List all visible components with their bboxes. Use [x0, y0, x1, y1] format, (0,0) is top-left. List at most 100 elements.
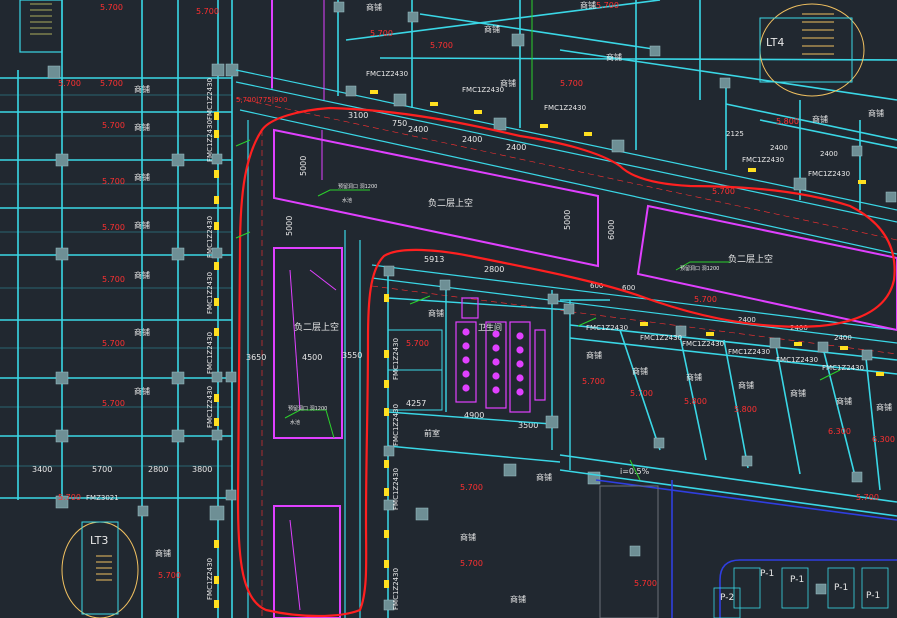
door-label: FMC1Z2430 [640, 334, 682, 342]
elev-label: 5.700 [102, 177, 125, 186]
door-label: FMC1Z2430 [392, 404, 400, 446]
dim: 5700 [92, 465, 112, 474]
dim: 2125 [726, 130, 744, 138]
dim: 2400 [770, 144, 788, 152]
room-label: 商铺 [868, 108, 884, 118]
door-label: FMC1Z2430 [682, 340, 724, 348]
room-label: 商铺 [606, 52, 622, 62]
elev-label: 5.700 [460, 559, 483, 568]
opening-note: 预留洞口 洞1200 [338, 183, 377, 190]
dim: 3800 [192, 465, 212, 474]
door-label: FMC1Z2430 [206, 558, 214, 600]
elev-label: 5.700 [560, 79, 583, 88]
dim: 3100 [348, 111, 368, 120]
elev-label: 5.800 [776, 117, 799, 126]
room-label: 商铺 [134, 84, 150, 94]
toilet-fixtures [455, 297, 546, 413]
room-label: 商铺 [536, 472, 552, 482]
restroom-columns [383, 265, 641, 611]
void-label: 负二层上空 [294, 321, 339, 333]
elev-label: 5.700 [100, 3, 123, 12]
room-label: 商铺 [134, 270, 150, 280]
right-room-labels: 商铺 商铺 商铺 商铺 商铺 商铺 [632, 366, 892, 412]
elev-label: 5.700 [596, 1, 619, 10]
room-label: 商铺 [366, 2, 382, 12]
elev-label: 5.700 [406, 339, 429, 348]
room-label: 商铺 [428, 308, 444, 318]
dim: 5,700|775|900 [236, 96, 287, 104]
dim: 2400 [462, 135, 482, 144]
elev-label: 5.700 [694, 295, 717, 304]
dim: 2800 [484, 265, 504, 274]
center-dims: 3650 4500 3550 3100 2400 2400 2400 750 5… [236, 96, 616, 430]
elev-label: 5.700 [158, 571, 181, 580]
door-label: FMC1Z2430 [728, 348, 770, 356]
lt4-label: LT4 [766, 36, 784, 49]
water-note: 水池 [290, 419, 300, 426]
elev-label: 5.800 [734, 405, 757, 414]
door-label: FMC1Z2430 [392, 568, 400, 610]
room-label: 商铺 [586, 350, 602, 360]
door-label: FMC1Z2430 [392, 338, 400, 380]
parking-label: P-1 [834, 583, 848, 593]
dim: 2400 [834, 334, 852, 342]
door-label: FMC1Z2430 [776, 356, 818, 364]
lt3-label: LT3 [90, 534, 108, 547]
elev-label: 5.700 [102, 275, 125, 284]
elev-label: 5.700 [102, 223, 125, 232]
room-label: 商铺 [580, 0, 596, 10]
top-grid [337, 0, 897, 210]
dim: 2400 [790, 324, 808, 332]
elev-label: 5.700 [58, 493, 81, 502]
stair-top-left [19, 0, 63, 79]
door-label: FMC1Z2430 [206, 216, 214, 258]
door-label: FMC1Z2430 [206, 272, 214, 314]
elev-label: 5.700 [370, 29, 393, 38]
left-room-labels: 商铺 商铺 商铺 商铺 商铺 商铺 商铺 商铺 [134, 84, 171, 558]
room-label: 前室 [424, 428, 440, 438]
room-label: 商铺 [134, 172, 150, 182]
dim: 6000 [607, 220, 616, 240]
parking-label: P-1 [866, 591, 880, 601]
elev-label: 5.700 [582, 377, 605, 386]
door-label: FMC1Z2430 [808, 170, 850, 178]
center-fmc-labels: FMC1Z2430 FMC1Z2430 FMC1Z2430 FMC1Z2430 [392, 338, 400, 610]
left-fmc-labels: FMC1Z2430 FMC1Z2430 FMC1Z2430 FMC1Z2430 … [206, 78, 214, 600]
elev-label: 5.800 [684, 397, 707, 406]
elev-label: 5.700 [100, 79, 123, 88]
dim: 4500 [302, 353, 322, 362]
elev-label: 5.700 [102, 121, 125, 130]
parking-label: P-1 [760, 569, 774, 579]
dim: 5000 [285, 216, 294, 236]
parking-area: P-1 P-1 P-1 P-1 P-2 i=0.5% [595, 467, 897, 618]
parking-label: P-2 [720, 593, 734, 603]
lt3-elevator: LT3 [61, 521, 139, 618]
top-doors [370, 90, 866, 184]
room-label: 商铺 [134, 327, 150, 337]
dim: 5000 [299, 156, 308, 176]
lt4-elevator: LT4 [759, 3, 865, 97]
void-label: 负二层上空 [728, 253, 773, 265]
door-label: FMC1Z2430 [586, 324, 628, 332]
door-label: FMC1Z2430 [544, 104, 586, 112]
door-label: FMC1Z2430 [366, 70, 408, 78]
elev-label: 6.300 [872, 435, 895, 444]
elev-label: 5.700 [102, 399, 125, 408]
room-label: 商铺 [686, 372, 702, 382]
top-room-labels: 商铺 商铺 商铺 商铺 商铺 商铺 商铺 [366, 0, 884, 124]
dim: 2400 [408, 125, 428, 134]
dim: 4257 [406, 399, 426, 408]
room-label: 商铺 [510, 594, 526, 604]
door-label: FMC1Z2430 [206, 78, 214, 120]
elev-label: 5.700 [634, 579, 657, 588]
room-label: 商铺 [460, 532, 476, 542]
elev-label: 5.700 [196, 7, 219, 16]
room-label: 商铺 [484, 24, 500, 34]
room-label: 商铺 [876, 402, 892, 412]
elev-label: 5.700 [430, 41, 453, 50]
dim: 3400 [32, 465, 52, 474]
room-label: 商铺 [790, 388, 806, 398]
room-label: 商铺 [812, 114, 828, 124]
dim: 5913 [424, 255, 444, 264]
elev-label: 5.700 [712, 187, 735, 196]
